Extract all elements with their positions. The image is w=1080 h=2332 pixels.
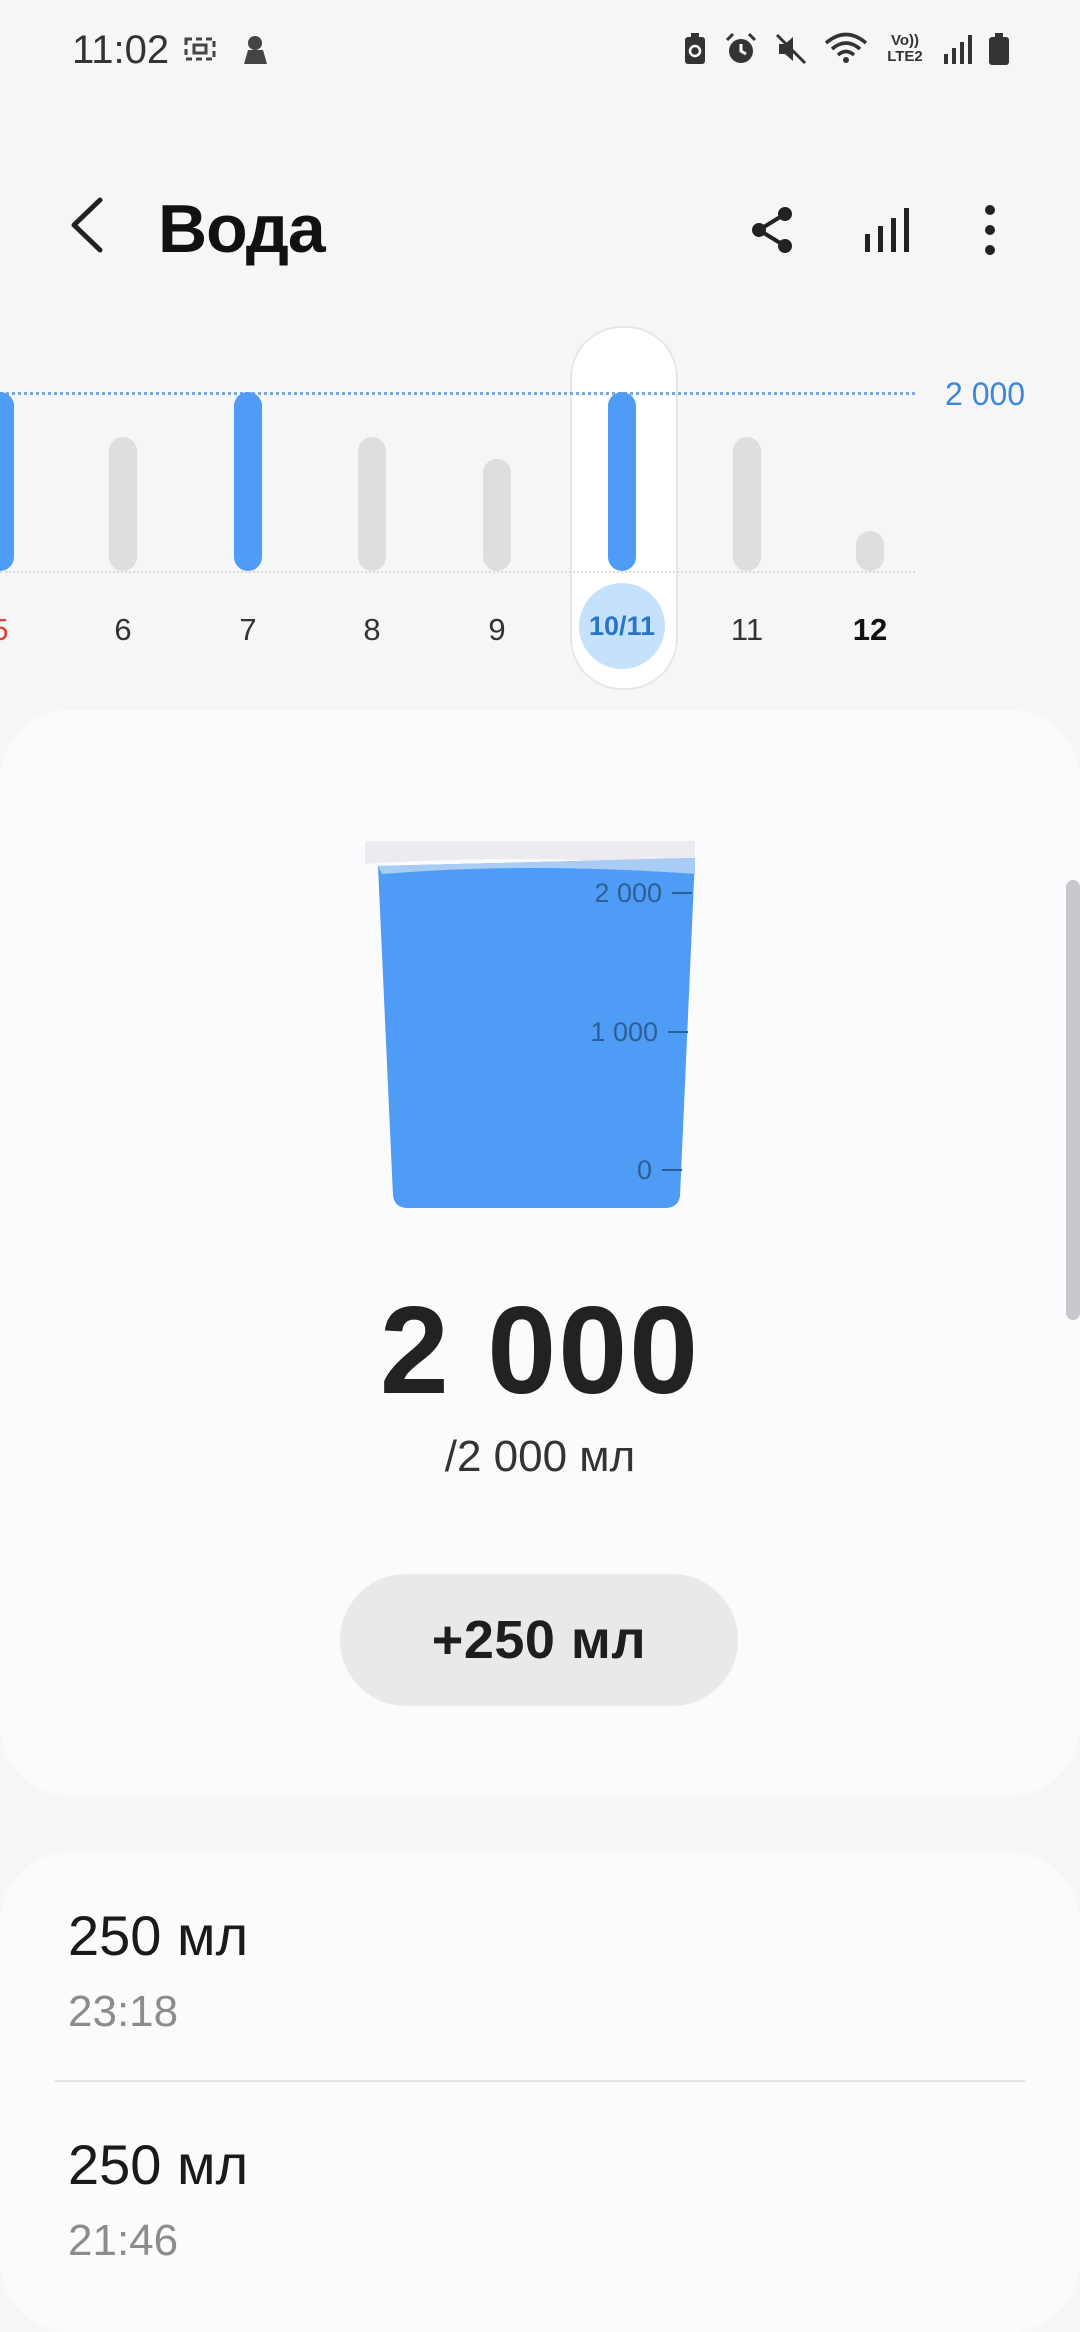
battery-icon	[989, 33, 1009, 65]
stats-icon	[865, 208, 909, 252]
log-entry-time: 21:46	[68, 2216, 179, 2265]
log-divider	[55, 2080, 1025, 2082]
alarm-icon	[725, 32, 757, 63]
mute-icon	[775, 33, 807, 65]
back-button[interactable]	[60, 190, 120, 260]
log-entry-amount[interactable]: 250 мл	[68, 1903, 248, 1968]
share-button[interactable]	[738, 195, 808, 265]
day-label[interactable]: 5	[0, 612, 55, 648]
volte-lte-icon: Vo)) LTE2	[887, 32, 923, 65]
day-bar[interactable]	[109, 437, 137, 571]
status-icons-right: Vo)) LTE2	[682, 32, 1010, 66]
log-entry-amount[interactable]: 250 мл	[68, 2132, 248, 2197]
share-icon	[752, 207, 792, 253]
chevron-left-icon	[71, 197, 103, 253]
notification-app-icon	[244, 36, 267, 64]
add-250ml-button[interactable]: +250 мл	[340, 1574, 738, 1706]
day-bar[interactable]	[234, 392, 262, 571]
baseline	[0, 571, 915, 573]
cup-scale-label-middle: 1 000	[590, 1017, 658, 1047]
selected-day-label[interactable]: 10/11	[579, 583, 665, 669]
intake-value: 2 000	[379, 1282, 701, 1420]
day-timeline[interactable]: 2 000 56789 11 12 10/11	[0, 320, 1080, 690]
day-label[interactable]: 12	[815, 612, 925, 648]
more-options-button[interactable]	[955, 195, 1025, 265]
log-entry-time: 23:18	[68, 1987, 179, 2036]
day-bar[interactable]	[733, 437, 761, 571]
day-label[interactable]: 11	[692, 612, 802, 648]
day-label[interactable]: 8	[317, 612, 427, 648]
wifi-icon	[824, 32, 868, 63]
day-bar[interactable]	[856, 531, 884, 571]
more-vert-icon	[985, 205, 995, 255]
day-bar[interactable]	[483, 459, 511, 571]
day-bar[interactable]	[358, 437, 386, 571]
goal-label: 2 000	[945, 376, 1026, 412]
water-cup-graphic: 2 000 1 000 0	[365, 841, 695, 1208]
page-title: Вода	[158, 191, 326, 267]
signal-icon	[944, 35, 972, 64]
day-label[interactable]: 9	[442, 612, 552, 648]
cup-scale-label-zero: 0	[637, 1155, 652, 1185]
stats-button[interactable]	[852, 195, 922, 265]
status-time: 11:02	[72, 28, 170, 72]
intake-goal: /2 000 мл	[444, 1432, 636, 1481]
cup-scale-label-top: 2 000	[594, 878, 662, 908]
day-bar[interactable]	[0, 392, 14, 571]
day-label[interactable]: 6	[68, 612, 178, 648]
scrollbar[interactable]	[1066, 880, 1080, 1320]
status-icons-left	[183, 34, 269, 66]
battery-saver-icon	[685, 33, 705, 64]
screen-record-icon	[184, 37, 216, 61]
day-bar[interactable]	[608, 392, 636, 571]
goal-line	[0, 392, 915, 395]
day-label[interactable]: 7	[193, 612, 303, 648]
